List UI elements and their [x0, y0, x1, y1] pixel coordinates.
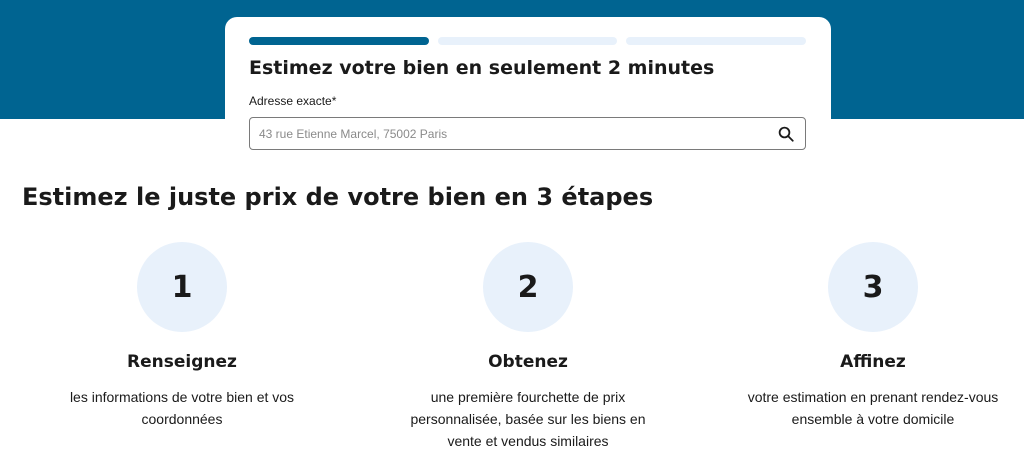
section-title: Estimez le juste prix de votre bien en 3… [22, 183, 654, 211]
search-icon[interactable] [777, 125, 795, 143]
step-3: 3 Affinez votre estimation en prenant re… [723, 242, 1023, 430]
step-2: 2 Obtenez une première fourchette de pri… [378, 242, 678, 452]
step-number-circle: 1 [137, 242, 227, 332]
address-input[interactable] [259, 118, 759, 149]
step-description: les informations de votre bien et vos co… [69, 389, 295, 427]
address-label-text: Adresse exacte [249, 94, 332, 108]
step-description: une première fourchette de prix personna… [410, 389, 646, 449]
step-description: votre estimation en prenant rendez-vous … [747, 389, 999, 427]
required-marker: * [331, 94, 337, 108]
step-title: Renseignez [127, 352, 237, 372]
step-title: Obtenez [488, 352, 568, 372]
step-number-circle: 2 [483, 242, 573, 332]
step-number-circle: 3 [828, 242, 918, 332]
estimation-card: Estimez votre bien en seulement 2 minute… [225, 17, 831, 167]
address-label: Adresse exacte* [249, 94, 336, 108]
step-1: 1 Renseignez les informations de votre b… [32, 242, 332, 430]
progress-step-1 [249, 37, 429, 45]
step-title: Affinez [840, 352, 906, 372]
address-field[interactable] [249, 117, 806, 150]
progress-bar [249, 37, 807, 45]
card-title: Estimez votre bien en seulement 2 minute… [249, 57, 715, 79]
progress-step-2 [437, 37, 618, 45]
progress-step-3 [626, 37, 807, 45]
